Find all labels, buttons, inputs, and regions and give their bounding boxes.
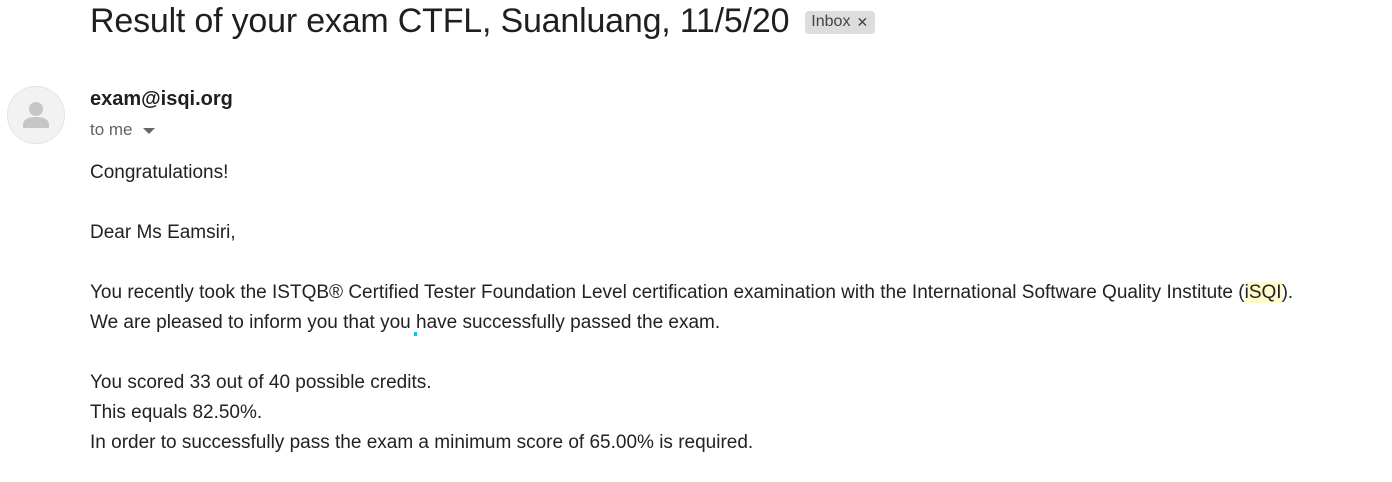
chevron-down-icon[interactable] — [142, 128, 155, 134]
email-body: Congratulations! Dear Ms Eamsiri, You re… — [90, 158, 1293, 458]
body-score-line: You scored 33 out of 40 possible credits… — [90, 372, 432, 393]
body-percent-line: This equals 82.50%. — [90, 402, 263, 423]
body-text: ). — [1281, 282, 1294, 303]
body-text: We are pleased to inform you that you — [90, 312, 416, 333]
body-text: have successfully passed the exam. — [416, 312, 721, 333]
inbox-label-text: Inbox — [811, 13, 851, 30]
recipients-dropdown[interactable]: to me — [90, 120, 155, 140]
recipients-text: to me — [90, 120, 133, 139]
body-greeting: Congratulations! — [90, 162, 229, 183]
body-paragraph-line-1: You recently took the ISTQB® Certified T… — [90, 278, 1293, 308]
email-subject: Result of your exam CTFL, Suanluang, 11/… — [90, 2, 790, 40]
inbox-label-chip[interactable]: Inbox ✕ — [805, 11, 876, 34]
body-text: You recently took the ISTQB® Certified T… — [90, 282, 1245, 303]
person-icon — [23, 102, 49, 128]
isqi-highlight: iSQI — [1244, 282, 1282, 303]
email-subject-row: Result of your exam CTFL, Suanluang, 11/… — [90, 2, 876, 41]
sender-address[interactable]: exam@isqi.org — [90, 88, 233, 111]
body-requirement-line: In order to successfully pass the exam a… — [90, 432, 754, 453]
body-paragraph-line-2: We are pleased to inform you that you ha… — [90, 308, 1293, 338]
close-icon[interactable]: ✕ — [856, 15, 868, 29]
body-salutation: Dear Ms Eamsiri, — [90, 222, 236, 243]
sender-avatar[interactable] — [7, 86, 65, 144]
